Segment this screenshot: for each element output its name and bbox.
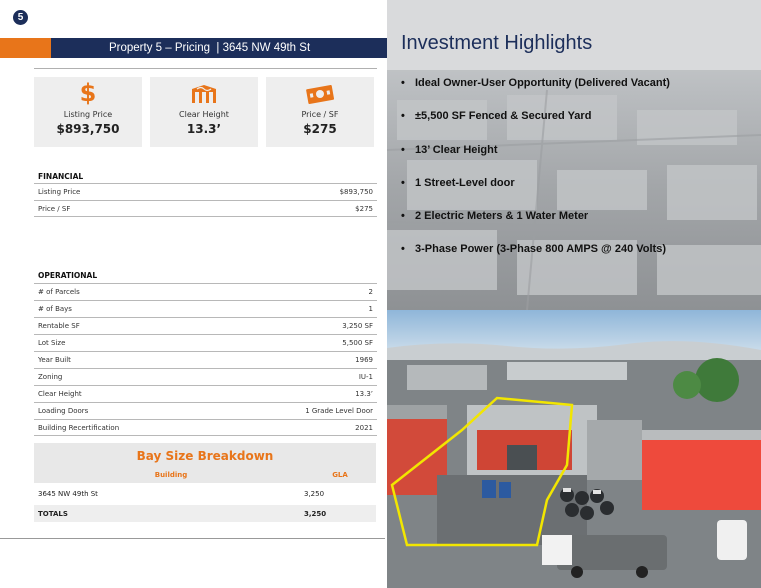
table-row: Rentable SF 3,250 SF: [34, 317, 377, 334]
aerial-property-photo: [387, 310, 761, 588]
dollar-icon: $: [79, 79, 97, 107]
footer-divider: [0, 538, 385, 539]
card-value: 13.3’: [186, 122, 222, 136]
price-per-sf-card: Price / SF $275: [266, 77, 374, 147]
table-row: # of Parcels 2: [34, 283, 377, 300]
table-row: Price / SF $275: [34, 200, 377, 217]
divider: [34, 68, 377, 69]
financial-section-title: FINANCIAL: [38, 172, 84, 181]
table-row: Zoning IU-1: [34, 368, 377, 385]
card-label: Listing Price: [63, 110, 113, 119]
table-row: Lot Size 5,500 SF: [34, 334, 377, 351]
highlights-title: Investment Highlights: [401, 32, 593, 54]
table-row: Loading Doors 1 Grade Level Door: [34, 402, 377, 419]
card-value: $893,750: [56, 122, 120, 136]
bay-size-breakdown: Bay Size Breakdown Building GLA 3645 NW …: [34, 443, 376, 522]
highlight-item: • ±5,500 SF Fenced & Secured Yard: [401, 110, 592, 122]
card-label: Price / SF: [301, 110, 339, 119]
bay-breakdown-header: Bay Size Breakdown Building GLA: [34, 443, 376, 483]
highlight-item: • 13’ Clear Height: [401, 144, 498, 156]
clear-height-card: Clear Height 13.3’: [150, 77, 258, 147]
table-row: 3645 NW 49th St 3,250: [38, 490, 325, 498]
card-value: $275: [303, 122, 337, 136]
page-number-badge: 5: [13, 10, 28, 25]
listing-price-card: $ Listing Price $893,750: [34, 77, 142, 147]
column-header-building: Building: [154, 471, 188, 479]
table-row: Clear Height 13.3’: [34, 385, 377, 402]
highlight-item: • 2 Electric Meters & 1 Water Meter: [401, 210, 589, 222]
cash-icon: [266, 77, 374, 105]
warehouse-icon: [150, 77, 258, 105]
table-row: Year Built 1969: [34, 351, 377, 368]
page-title: Property 5 – Pricing | 3645 NW 49th St: [51, 38, 387, 58]
operational-table: # of Parcels 2 # of Bays 1 Rentable SF 3,25…: [34, 283, 377, 436]
operational-section-title: OPERATIONAL: [38, 271, 98, 280]
highlight-item: • 3-Phase Power (3-Phase 800 AMPS @ 240 V…: [401, 243, 666, 255]
financial-table: Listing Price $893,750 Price / SF $275: [34, 183, 377, 217]
bay-breakdown-title: Bay Size Breakdown: [136, 449, 274, 463]
highlight-item: • 1 Street-Level door: [401, 177, 515, 189]
table-row: # of Bays 1: [34, 300, 377, 317]
accent-tab: [0, 38, 51, 58]
highlight-item: • Ideal Owner-User Opportunity (Delivered…: [401, 77, 670, 89]
column-header-gla: GLA: [332, 471, 348, 479]
card-label: Clear Height: [179, 110, 229, 119]
highlights-panel: Investment Highlights • Ideal Owner-User …: [387, 0, 761, 310]
table-row: Building Recertification 2021: [34, 419, 377, 436]
totals-row: TOTALS 3,250: [34, 505, 376, 522]
table-row: Listing Price $893,750: [34, 183, 377, 200]
